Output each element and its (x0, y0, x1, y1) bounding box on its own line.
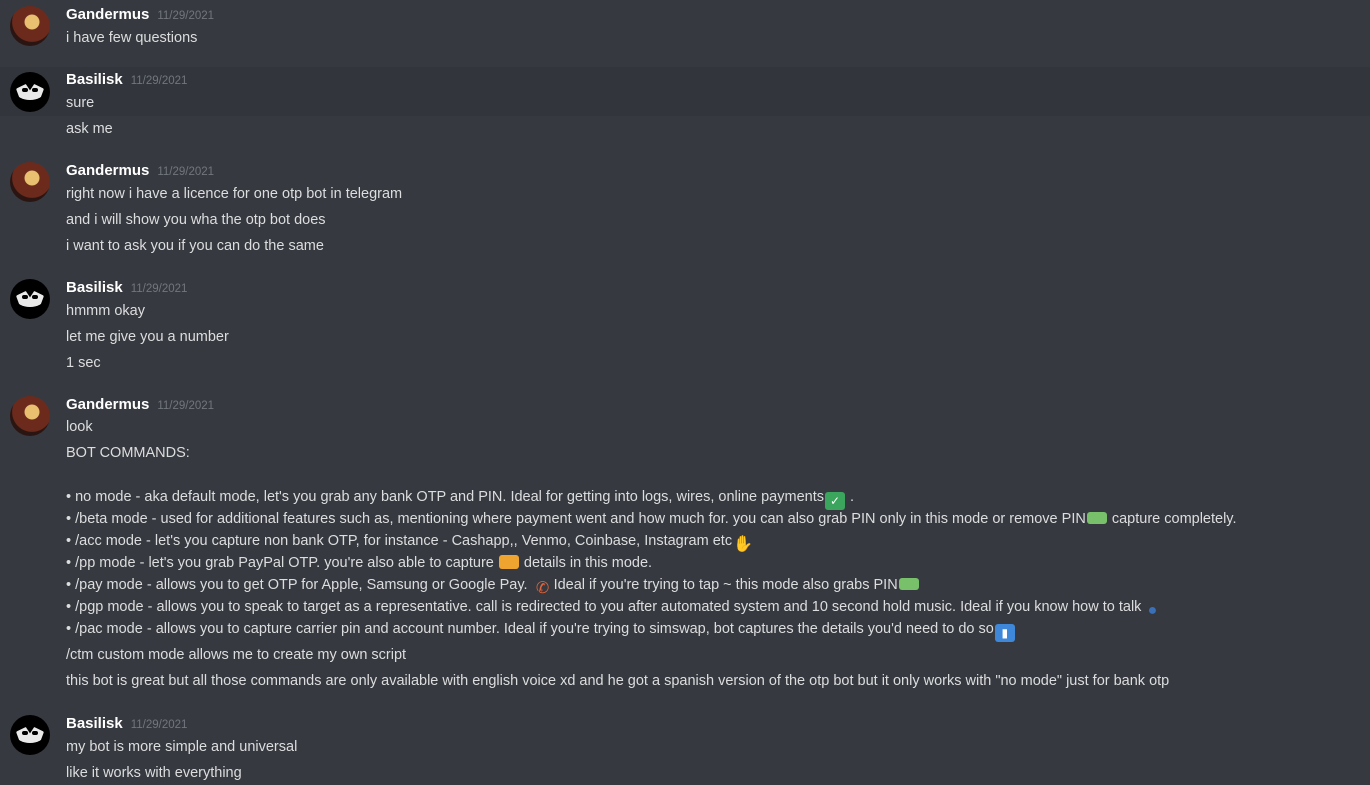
message-text: look (66, 419, 93, 435)
speaking-head-icon: ● (1147, 602, 1158, 619)
message-text: BOT COMMANDS: (66, 445, 190, 461)
username[interactable]: Gandermus (66, 6, 149, 23)
message-text: and i will show you wha the otp bot does (66, 212, 326, 228)
command-text: • /beta mode - used for additional featu… (66, 511, 1086, 527)
message-group: Gandermus 11/29/2021 i have few question… (0, 0, 1370, 60)
phone-icon: ✆ (535, 580, 550, 597)
credit-card-icon (498, 555, 519, 569)
timestamp: 11/29/2021 (130, 719, 188, 731)
message-text: 1 sec (66, 355, 101, 371)
message-text: like it works with everything (66, 765, 242, 781)
username[interactable]: Gandermus (66, 162, 149, 179)
command-text: • /pay mode - allows you to get OTP for … (66, 577, 532, 593)
command-line: • /pp mode - let's you grab PayPal OTP. … (66, 553, 652, 573)
check-mark-icon: ✓ (824, 492, 845, 510)
command-line: • /pac mode - allows you to capture carr… (66, 619, 1016, 642)
timestamp: 11/29/2021 (157, 166, 215, 178)
command-text: • /pac mode - allows you to capture carr… (66, 621, 994, 637)
message-text: hmmm okay (66, 303, 145, 319)
command-line: • /pay mode - allows you to get OTP for … (66, 575, 920, 598)
command-text: capture completely. (1107, 511, 1237, 527)
message-text: let me give you a number (66, 329, 229, 345)
message-text: sure (66, 95, 95, 111)
command-text: details in this mode. (519, 555, 653, 571)
command-line: • /pgp mode - allows you to speak to tar… (66, 597, 1163, 620)
message-text: right now i have a licence for one otp b… (66, 186, 403, 202)
message-text: ask me (66, 121, 113, 137)
username[interactable]: Basilisk (66, 715, 123, 732)
message-group: Gandermus 11/29/2021 look BOT COMMANDS: … (0, 392, 1370, 697)
timestamp: 11/29/2021 (130, 75, 188, 87)
username[interactable]: Gandermus (66, 396, 149, 413)
username[interactable]: Basilisk (66, 71, 123, 88)
basilisk-avatar[interactable] (10, 279, 50, 319)
money-icon (898, 578, 919, 590)
message-group: Basilisk 11/29/2021 my bot is more simpl… (0, 711, 1370, 785)
timestamp: 11/29/2021 (130, 283, 188, 295)
gandermus-avatar[interactable] (10, 162, 50, 202)
username[interactable]: Basilisk (66, 279, 123, 296)
signal-bars-icon: ▮ (994, 624, 1015, 642)
command-text: Ideal if you're trying to tap ~ this mod… (553, 577, 898, 593)
command-line: • /acc mode - let's you capture non bank… (66, 531, 754, 554)
command-line: • no mode - aka default mode, let's you … (66, 487, 854, 510)
gandermus-avatar[interactable] (10, 396, 50, 436)
basilisk-avatar[interactable] (10, 715, 50, 755)
message-text: i want to ask you if you can do the same (66, 238, 324, 254)
command-text: . (845, 489, 855, 505)
command-line: • /beta mode - used for additional featu… (66, 509, 1237, 529)
command-text: • /pgp mode - allows you to speak to tar… (66, 599, 1142, 615)
timestamp: 11/29/2021 (157, 10, 215, 22)
message-text: this bot is great but all those commands… (66, 673, 1170, 689)
command-text: • /pp mode - let's you grab PayPal OTP. … (66, 555, 498, 571)
timestamp: 11/29/2021 (157, 400, 215, 412)
command-text: • /acc mode - let's you capture non bank… (66, 533, 733, 549)
handshake-icon: ✋ (733, 536, 754, 553)
message-text: /ctm custom mode allows me to create my … (66, 647, 407, 663)
money-icon (1086, 512, 1107, 524)
basilisk-avatar[interactable] (10, 72, 50, 112)
message-group: Basilisk 11/29/2021 hmmm okay let me giv… (0, 275, 1370, 375)
message-group: Basilisk 11/29/2021 sure ask me (0, 67, 1370, 147)
gandermus-avatar[interactable] (10, 6, 50, 46)
message-group: Gandermus 11/29/2021 right now i have a … (0, 158, 1370, 258)
command-text: • no mode - aka default mode, let's you … (66, 489, 824, 505)
message-text: my bot is more simple and universal (66, 739, 298, 755)
message-text: i have few questions (66, 30, 198, 46)
